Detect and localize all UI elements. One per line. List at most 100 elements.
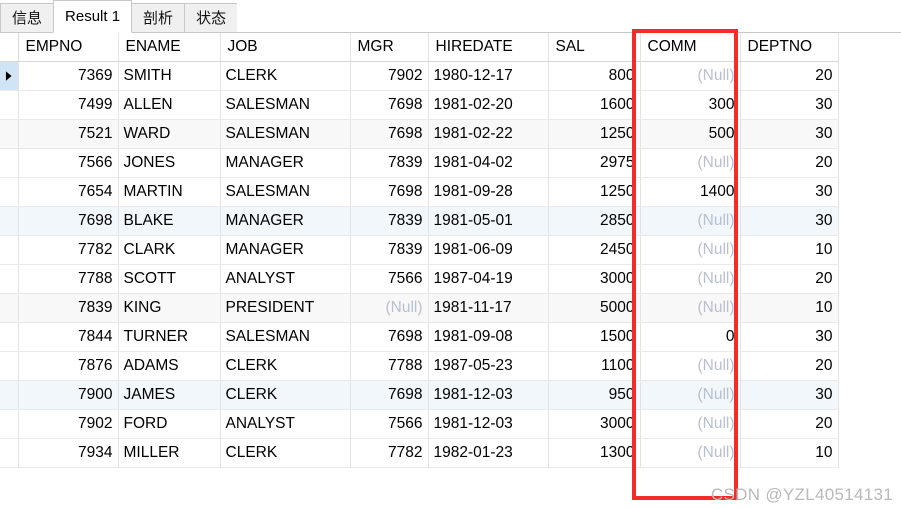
cell-comm[interactable]: (Null) [640,438,741,468]
cell-hiredate[interactable]: 1981-02-22 [428,119,549,149]
cell-ename[interactable]: JAMES [118,380,221,410]
row-gutter-cell[interactable] [0,264,19,294]
cell-sal[interactable]: 3000 [548,264,641,294]
cell-job[interactable]: CLERK [220,438,351,468]
cell-comm[interactable]: (Null) [640,264,741,294]
cell-sal[interactable]: 1250 [548,177,641,207]
cell-hiredate[interactable]: 1981-02-20 [428,90,549,120]
cell-hiredate[interactable]: 1981-04-02 [428,148,549,178]
cell-deptno[interactable]: 30 [740,380,839,410]
cell-ename[interactable]: BLAKE [118,206,221,236]
table-row[interactable]: 7566 JONES MANAGER 7839 1981-04-02 2975 (Null)… [0,148,839,178]
cell-hiredate[interactable]: 1982-01-23 [428,438,549,468]
row-gutter-cell[interactable] [0,438,19,468]
cell-sal[interactable]: 800 [548,61,641,91]
cell-deptno[interactable]: 10 [740,293,839,323]
cell-empno[interactable]: 7782 [18,235,119,265]
cell-empno[interactable]: 7876 [18,351,119,381]
row-gutter-cell[interactable] [0,148,19,178]
cell-deptno[interactable]: 20 [740,61,839,91]
column-header-ename[interactable]: ENAME [118,33,221,62]
cell-sal[interactable]: 1250 [548,119,641,149]
cell-deptno[interactable]: 20 [740,264,839,294]
cell-deptno[interactable]: 10 [740,235,839,265]
cell-mgr[interactable]: 7839 [350,148,429,178]
cell-deptno[interactable]: 30 [740,119,839,149]
cell-job[interactable]: SALESMAN [220,119,351,149]
cell-deptno[interactable]: 10 [740,438,839,468]
cell-hiredate[interactable]: 1987-04-19 [428,264,549,294]
cell-comm[interactable]: (Null) [640,148,741,178]
cell-comm[interactable]: (Null) [640,293,741,323]
cell-mgr[interactable]: 7788 [350,351,429,381]
cell-mgr[interactable]: 7698 [350,119,429,149]
cell-job[interactable]: ANALYST [220,409,351,439]
cell-ename[interactable]: FORD [118,409,221,439]
cell-deptno[interactable]: 20 [740,148,839,178]
column-header-comm[interactable]: COMM [640,33,741,62]
cell-comm[interactable]: (Null) [640,380,741,410]
cell-empno[interactable]: 7788 [18,264,119,294]
table-row[interactable]: 7654 MARTIN SALESMAN 7698 1981-09-28 1250 1400… [0,177,839,207]
cell-hiredate[interactable]: 1981-09-28 [428,177,549,207]
cell-empno[interactable]: 7499 [18,90,119,120]
cell-sal[interactable]: 1300 [548,438,641,468]
cell-comm[interactable]: (Null) [640,409,741,439]
cell-sal[interactable]: 1600 [548,90,641,120]
data-grid-container[interactable]: EMPNO ENAME JOB MGR HIREDATE SAL COMM DEPTNO 73… [0,33,901,509]
cell-comm[interactable]: (Null) [640,61,741,91]
cell-comm[interactable]: 300 [640,90,741,120]
cell-comm[interactable]: 500 [640,119,741,149]
cell-hiredate[interactable]: 1981-09-08 [428,322,549,352]
cell-job[interactable]: SALESMAN [220,177,351,207]
row-gutter-cell[interactable] [0,293,19,323]
cell-sal[interactable]: 2975 [548,148,641,178]
cell-job[interactable]: CLERK [220,380,351,410]
table-row[interactable]: 7876 ADAMS CLERK 7788 1987-05-23 1100 (Null) 20 [0,351,839,381]
table-row[interactable]: 7902 FORD ANALYST 7566 1981-12-03 3000 (Null) 2… [0,409,839,439]
row-gutter-cell[interactable] [0,380,19,410]
cell-ename[interactable]: JONES [118,148,221,178]
cell-hiredate[interactable]: 1987-05-23 [428,351,549,381]
cell-comm[interactable]: (Null) [640,351,741,381]
cell-empno[interactable]: 7844 [18,322,119,352]
cell-deptno[interactable]: 30 [740,206,839,236]
cell-sal[interactable]: 3000 [548,409,641,439]
cell-comm[interactable]: 1400 [640,177,741,207]
cell-mgr[interactable]: 7698 [350,177,429,207]
row-gutter-cell[interactable] [0,409,19,439]
column-header-mgr[interactable]: MGR [350,33,429,62]
cell-comm[interactable]: (Null) [640,235,741,265]
table-row[interactable]: 7698 BLAKE MANAGER 7839 1981-05-01 2850 (Null)… [0,206,839,236]
cell-deptno[interactable]: 30 [740,177,839,207]
cell-hiredate[interactable]: 1981-06-09 [428,235,549,265]
table-row[interactable]: 7934 MILLER CLERK 7782 1982-01-23 1300 (Null) 1… [0,438,839,468]
cell-job[interactable]: SALESMAN [220,322,351,352]
cell-sal[interactable]: 1100 [548,351,641,381]
cell-deptno[interactable]: 30 [740,322,839,352]
cell-deptno[interactable]: 20 [740,409,839,439]
tab-3[interactable]: 状态 [184,3,239,33]
cell-mgr[interactable]: 7698 [350,380,429,410]
cell-empno[interactable]: 7902 [18,409,119,439]
cell-empno[interactable]: 7698 [18,206,119,236]
cell-ename[interactable]: CLARK [118,235,221,265]
cell-mgr[interactable]: 7566 [350,264,429,294]
tab-2[interactable]: 剖析 [131,3,186,33]
row-gutter-cell[interactable] [0,177,19,207]
cell-hiredate[interactable]: 1980-12-17 [428,61,549,91]
cell-mgr[interactable]: (Null) [350,293,429,323]
cell-ename[interactable]: KING [118,293,221,323]
cell-mgr[interactable]: 7698 [350,322,429,352]
table-row[interactable]: 7369 SMITH CLERK 7902 1980-12-17 800 (Null) 20 [0,61,839,91]
tab-1[interactable]: Result 1 [53,0,133,33]
cell-ename[interactable]: ADAMS [118,351,221,381]
cell-mgr[interactable]: 7839 [350,206,429,236]
cell-job[interactable]: CLERK [220,351,351,381]
table-row[interactable]: 7788 SCOTT ANALYST 7566 1987-04-19 3000 (Null)… [0,264,839,294]
cell-comm[interactable]: 0 [640,322,741,352]
table-row[interactable]: 7521 WARD SALESMAN 7698 1981-02-22 1250 500 30 [0,119,839,149]
row-gutter-cell[interactable] [0,235,19,265]
column-header-job[interactable]: JOB [220,33,351,62]
cell-mgr[interactable]: 7566 [350,409,429,439]
